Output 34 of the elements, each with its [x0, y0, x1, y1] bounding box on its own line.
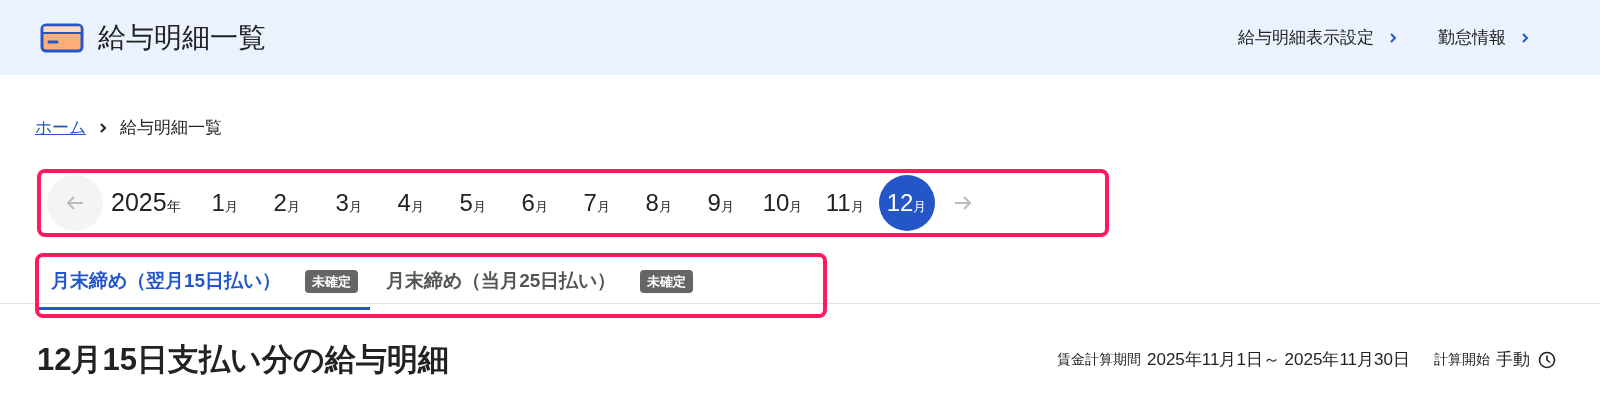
home-link[interactable]: ホーム — [35, 115, 86, 141]
month-button[interactable]: 1月 — [196, 174, 253, 231]
chevron-right-icon — [1388, 31, 1398, 44]
month-button[interactable]: 9月 — [692, 174, 749, 231]
header-link[interactable]: 給与明細表示設定 — [1238, 24, 1398, 51]
tab[interactable]: 月末締め（当月25日払い） 未確定 — [370, 256, 710, 310]
tab[interactable]: 月末締め（翌月15日払い） 未確定 — [39, 256, 371, 310]
chevron-right-icon — [98, 121, 108, 134]
clock-icon — [1538, 350, 1556, 369]
month-button[interactable]: 2月 — [258, 174, 315, 231]
chevron-right-icon — [1520, 31, 1530, 44]
status-badge: 未確定 — [305, 269, 359, 294]
card-icon — [40, 22, 84, 53]
month-button[interactable]: 8月 — [630, 174, 687, 231]
year-label: 2025年 — [111, 186, 181, 218]
period-value: 2025年11月1日～ 2025年11月30日 — [1146, 349, 1410, 371]
month-button[interactable]: 4月 — [382, 174, 439, 231]
month-button[interactable]: 11月 — [816, 174, 873, 231]
month-button[interactable]: 10月 — [754, 174, 811, 231]
period-label: 賃金計算期間 — [1056, 350, 1141, 370]
month-button[interactable]: 7月 — [568, 174, 625, 231]
page-title: 給与明細一覧 — [98, 20, 266, 55]
header-link[interactable]: 勤怠情報 — [1438, 24, 1530, 51]
month-button[interactable]: 3月 — [320, 174, 377, 231]
month-button[interactable]: 12月 — [878, 174, 935, 231]
month-button[interactable]: 5月 — [444, 174, 501, 231]
breadcrumb-current: 給与明細一覧 — [120, 117, 222, 139]
arrow-right-icon — [952, 194, 973, 211]
month-button[interactable]: 6月 — [506, 174, 563, 231]
arrow-left-icon — [65, 194, 85, 211]
calc-label: 計算開始 — [1434, 350, 1490, 370]
status-badge: 未確定 — [640, 269, 694, 294]
payslip-heading: 12月15日支払い分の給与明細 — [37, 340, 449, 379]
calc-value: 手動 — [1496, 349, 1530, 371]
